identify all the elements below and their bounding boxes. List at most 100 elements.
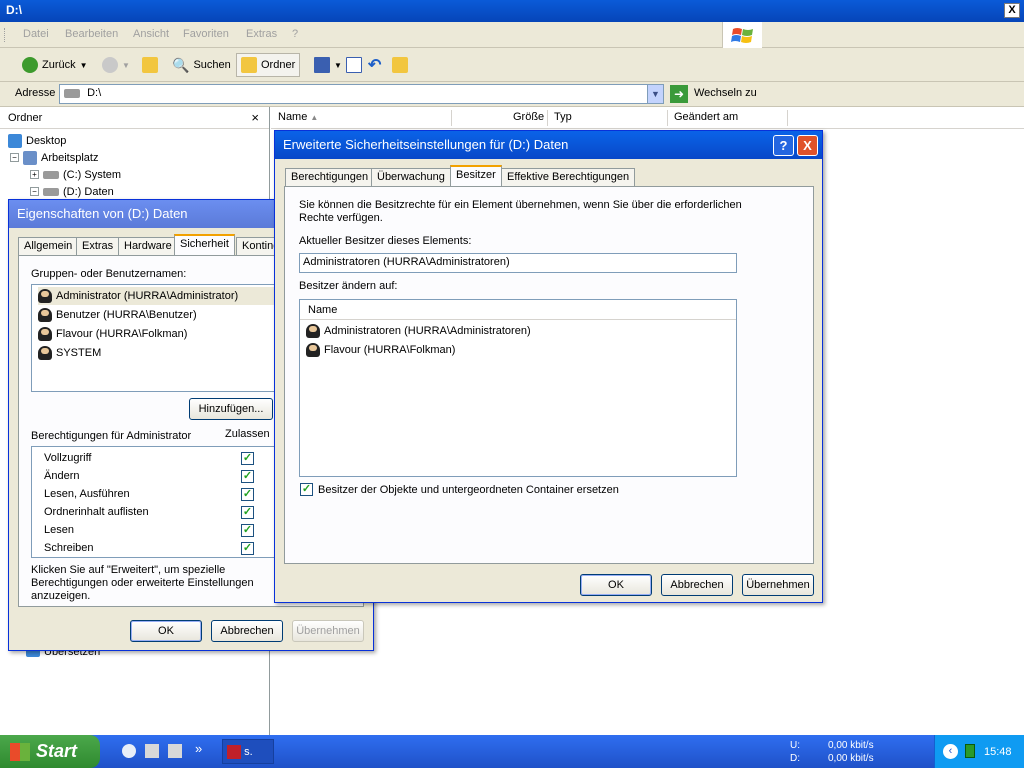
expand-icon[interactable]: + bbox=[30, 170, 39, 179]
address-dropdown-icon[interactable]: ▼ bbox=[647, 85, 663, 103]
tray-expand-icon[interactable]: ‹ bbox=[943, 744, 958, 759]
menu-bearbeiten[interactable]: Bearbeiten bbox=[65, 28, 118, 40]
views-button[interactable]: ▼ bbox=[310, 53, 346, 77]
quicklaunch-icon[interactable] bbox=[168, 744, 182, 758]
tab-effektive-berechtigungen[interactable]: Effektive Berechtigungen bbox=[501, 168, 636, 186]
tab-berechtigungen[interactable]: Berechtigungen bbox=[285, 168, 375, 186]
list-item[interactable]: SYSTEM bbox=[38, 344, 101, 362]
toolbar-handle[interactable] bbox=[4, 28, 7, 42]
tab-allgemein[interactable]: Allgemein bbox=[18, 237, 79, 255]
tab-besitzer[interactable]: Besitzer bbox=[450, 165, 502, 186]
tab-ueberwachung[interactable]: Überwachung bbox=[371, 168, 451, 186]
close-icon[interactable]: X bbox=[797, 135, 818, 156]
column-size[interactable]: Größe bbox=[513, 111, 544, 123]
go-arrow-icon[interactable]: ➜ bbox=[670, 85, 688, 103]
start-button[interactable]: Start bbox=[0, 735, 100, 768]
permission-allow-checkbox[interactable]: ✓ bbox=[241, 488, 254, 501]
tab-hardware[interactable]: Hardware bbox=[118, 237, 178, 255]
column-divider[interactable] bbox=[667, 110, 668, 126]
apply-button[interactable]: Übernehmen bbox=[742, 574, 814, 596]
forward-button[interactable]: ▼ bbox=[98, 53, 134, 77]
user-name: Benutzer (HURRA\Benutzer) bbox=[56, 309, 197, 321]
search-button[interactable]: 🔍 Suchen bbox=[168, 53, 235, 77]
folder-pane-header: Ordner × bbox=[0, 107, 269, 129]
cancel-button[interactable]: Abbrechen bbox=[661, 574, 733, 596]
menu-favoriten[interactable]: Favoriten bbox=[183, 28, 229, 40]
column-divider[interactable] bbox=[787, 110, 788, 126]
column-divider[interactable] bbox=[547, 110, 548, 126]
forward-arrow-icon bbox=[102, 57, 118, 73]
tab-extras[interactable]: Extras bbox=[76, 237, 120, 255]
quicklaunch-icon[interactable] bbox=[145, 744, 159, 758]
tree-item-c-drive[interactable]: + (C:) System bbox=[30, 166, 121, 183]
permission-allow-checkbox[interactable]: ✓ bbox=[241, 452, 254, 465]
tree-label: (C:) System bbox=[63, 168, 122, 181]
desktop-icon bbox=[8, 133, 22, 148]
clock[interactable]: 15:48 bbox=[984, 746, 1012, 758]
undo-icon: ↶ bbox=[368, 57, 382, 74]
list-item[interactable]: Flavour (HURRA\Folkman) bbox=[38, 325, 187, 343]
close-icon[interactable]: X bbox=[1004, 3, 1020, 18]
list-column-header[interactable]: Name bbox=[300, 300, 736, 320]
group-icon bbox=[38, 308, 52, 322]
up-button[interactable] bbox=[138, 53, 162, 77]
permission-allow-checkbox[interactable]: ✓ bbox=[241, 506, 254, 519]
go-button[interactable]: Wechseln zu bbox=[694, 87, 757, 99]
tab-sicherheit[interactable]: Sicherheit bbox=[174, 234, 235, 255]
tree-item-arbeitsplatz[interactable]: − Arbeitsplatz bbox=[10, 149, 98, 166]
menu-ansicht[interactable]: Ansicht bbox=[133, 28, 169, 40]
column-name[interactable]: Name ▲ bbox=[278, 111, 318, 123]
tree-item-d-drive[interactable]: − (D:) Daten bbox=[30, 183, 114, 200]
list-item[interactable]: Benutzer (HURRA\Benutzer) bbox=[38, 306, 197, 324]
column-modified[interactable]: Geändert am bbox=[674, 111, 738, 123]
collapse-icon[interactable]: − bbox=[10, 153, 19, 162]
menu-extras[interactable]: Extras bbox=[246, 28, 277, 40]
apply-button[interactable]: Übernehmen bbox=[292, 620, 364, 642]
properties-toolbar-button[interactable] bbox=[342, 53, 366, 77]
tree-label: (D:) Daten bbox=[63, 185, 114, 198]
replace-owner-label: Besitzer der Objekte und untergeordneten… bbox=[318, 484, 619, 496]
owner-listbox[interactable]: Name Administratoren (HURRA\Administrato… bbox=[299, 299, 737, 477]
column-divider[interactable] bbox=[451, 110, 452, 126]
views-dropdown-icon[interactable]: ▼ bbox=[334, 61, 342, 70]
help-icon[interactable]: ? bbox=[773, 135, 794, 156]
list-item[interactable]: Administratoren (HURRA\Administratoren) bbox=[306, 322, 531, 340]
column-name-label: Name bbox=[308, 304, 338, 316]
permission-allow-checkbox[interactable]: ✓ bbox=[241, 470, 254, 483]
net-upload-value: 0,00 kbit/s bbox=[828, 740, 874, 751]
add-button[interactable]: Hinzufügen... bbox=[189, 398, 273, 420]
ok-button[interactable]: OK bbox=[130, 620, 202, 642]
taskbar-task-button[interactable]: s. bbox=[222, 739, 274, 764]
collapse-icon[interactable]: − bbox=[30, 187, 39, 196]
folder-pane-close-icon[interactable]: × bbox=[251, 110, 259, 125]
start-label: Start bbox=[36, 741, 78, 761]
net-upload-label: U: bbox=[790, 740, 800, 751]
task-label: s. bbox=[244, 745, 253, 758]
list-header: Name ▲ Größe Typ Geändert am bbox=[271, 107, 1024, 129]
windows-flag-icon bbox=[10, 743, 30, 761]
forward-dropdown-icon[interactable]: ▼ bbox=[122, 61, 130, 70]
cancel-button[interactable]: Abbrechen bbox=[211, 620, 283, 642]
tree-item-desktop[interactable]: Desktop bbox=[8, 132, 66, 149]
replace-owner-checkbox[interactable]: ✓ bbox=[300, 483, 313, 496]
folders-button[interactable]: Ordner bbox=[236, 53, 301, 77]
folder-options-button[interactable] bbox=[388, 53, 412, 77]
permission-allow-checkbox[interactable]: ✓ bbox=[241, 524, 254, 537]
drive-icon bbox=[64, 88, 80, 98]
tray-app-icon[interactable] bbox=[965, 744, 975, 758]
back-label: Zurück bbox=[42, 59, 76, 71]
address-input[interactable]: D:\ ▼ bbox=[59, 84, 664, 104]
tree-label: Arbeitsplatz bbox=[41, 151, 99, 164]
list-item[interactable]: Flavour (HURRA\Folkman) bbox=[306, 341, 455, 359]
ok-button[interactable]: OK bbox=[580, 574, 652, 596]
advanced-dialog-titlebar: Erweiterte Sicherheitseinstellungen für … bbox=[275, 131, 822, 159]
back-button[interactable]: Zurück ▼ bbox=[18, 53, 92, 77]
column-type[interactable]: Typ bbox=[554, 111, 572, 123]
menu-help[interactable]: ? bbox=[292, 28, 298, 40]
back-dropdown-icon[interactable]: ▼ bbox=[80, 61, 88, 70]
undo-button[interactable]: ↶ bbox=[364, 53, 385, 77]
menu-datei[interactable]: Datei bbox=[23, 28, 49, 40]
quicklaunch-chevron-icon[interactable]: » bbox=[195, 741, 202, 756]
ie-quicklaunch-icon[interactable] bbox=[122, 744, 136, 758]
permission-allow-checkbox[interactable]: ✓ bbox=[241, 542, 254, 555]
